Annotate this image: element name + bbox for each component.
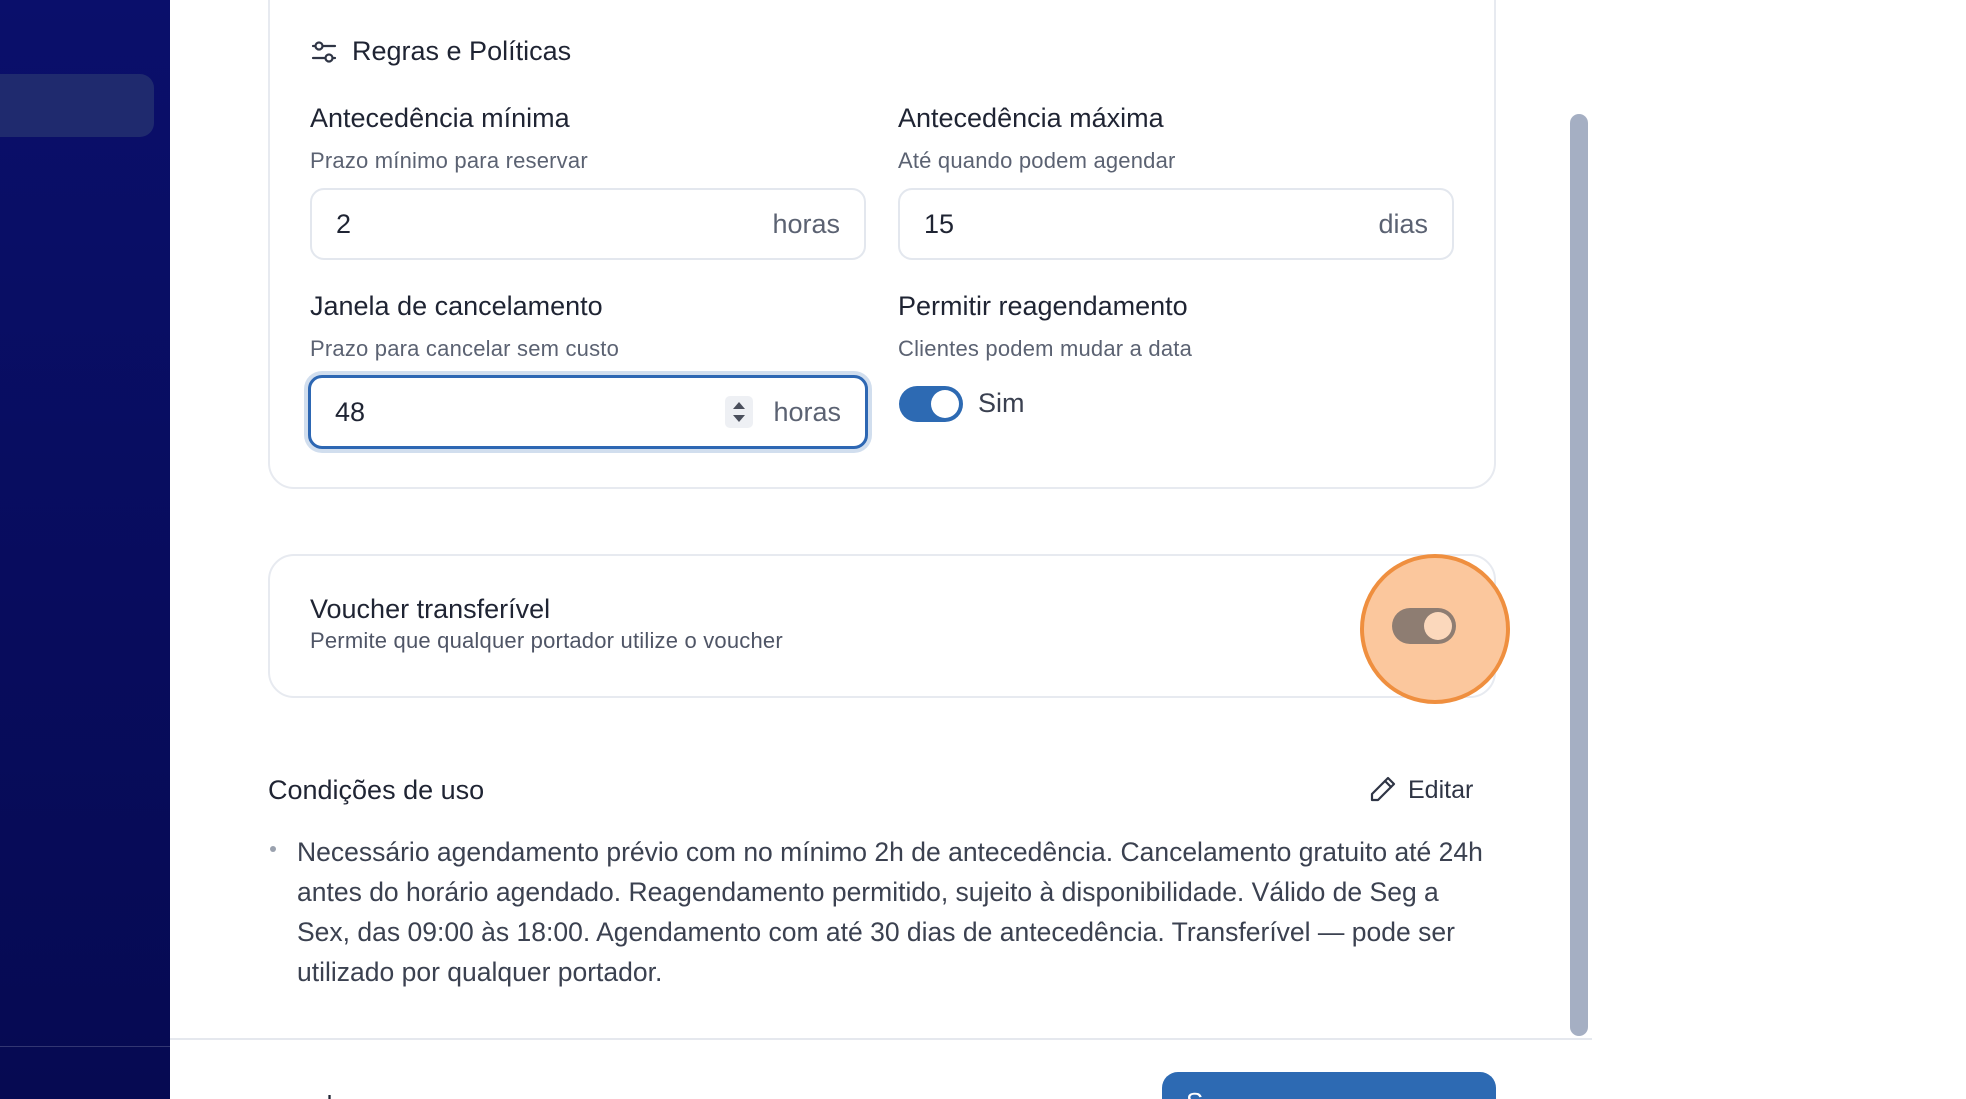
min-advance-hint: Prazo mínimo para reservar xyxy=(310,148,588,173)
toggle-knob xyxy=(1424,612,1452,640)
voucher-hint: Permite que qualquer portador utilize o … xyxy=(310,628,783,653)
primary-action-button[interactable]: S... xyxy=(1162,1072,1496,1099)
max-advance-value: 15 xyxy=(924,208,955,239)
pencil-icon xyxy=(1368,774,1398,807)
rules-section-title: Regras e Políticas xyxy=(310,36,571,67)
footer-left-text[interactable]: ...l... xyxy=(305,1090,354,1099)
cancel-window-input[interactable]: 48 horas xyxy=(308,375,868,449)
bullet xyxy=(270,846,276,852)
footer-divider xyxy=(170,1038,1592,1040)
edit-conditions-button[interactable]: Editar xyxy=(1368,774,1473,807)
sliders-icon xyxy=(310,38,338,66)
reschedule-hint: Clientes podem mudar a data xyxy=(898,336,1193,361)
edit-label: Editar xyxy=(1408,776,1474,804)
conditions-text: Necessário agendamento prévio com no mín… xyxy=(297,837,1483,987)
toggle-knob xyxy=(931,390,959,418)
max-advance-input[interactable]: 15 dias xyxy=(898,188,1454,260)
max-advance-unit: dias xyxy=(1378,208,1428,239)
backdrop xyxy=(1592,0,1966,1099)
reschedule-toggle[interactable] xyxy=(899,386,963,422)
rules-title: Regras e Políticas xyxy=(352,36,572,66)
min-advance-input[interactable]: 2 horas xyxy=(310,188,866,260)
min-advance-label: Antecedência mínima xyxy=(310,103,570,133)
cancel-window-hint: Prazo para cancelar sem custo xyxy=(310,336,620,361)
cancel-window-value: 48 xyxy=(335,396,366,427)
voucher-card xyxy=(268,554,1496,698)
cancel-window-unit: horas xyxy=(773,396,841,427)
sidebar xyxy=(0,0,170,1099)
cancel-window-label: Janela de cancelamento xyxy=(310,291,603,321)
scrollbar[interactable] xyxy=(1570,114,1588,1036)
conditions-title: Condições de uso xyxy=(268,775,485,805)
sidebar-divider xyxy=(0,1046,170,1047)
voucher-toggle[interactable] xyxy=(1392,608,1456,644)
number-spinner[interactable] xyxy=(725,396,754,428)
sidebar-item-active[interactable] xyxy=(0,74,154,137)
max-advance-hint: Até quando podem agendar xyxy=(898,148,1176,173)
reschedule-toggle-label: Sim xyxy=(978,388,1025,418)
voucher-title: Voucher transferível xyxy=(310,594,551,624)
max-advance-label: Antecedência máxima xyxy=(898,103,1164,133)
min-advance-unit: horas xyxy=(772,208,840,239)
min-advance-value: 2 xyxy=(336,208,352,239)
reschedule-label: Permitir reagendamento xyxy=(898,291,1188,321)
